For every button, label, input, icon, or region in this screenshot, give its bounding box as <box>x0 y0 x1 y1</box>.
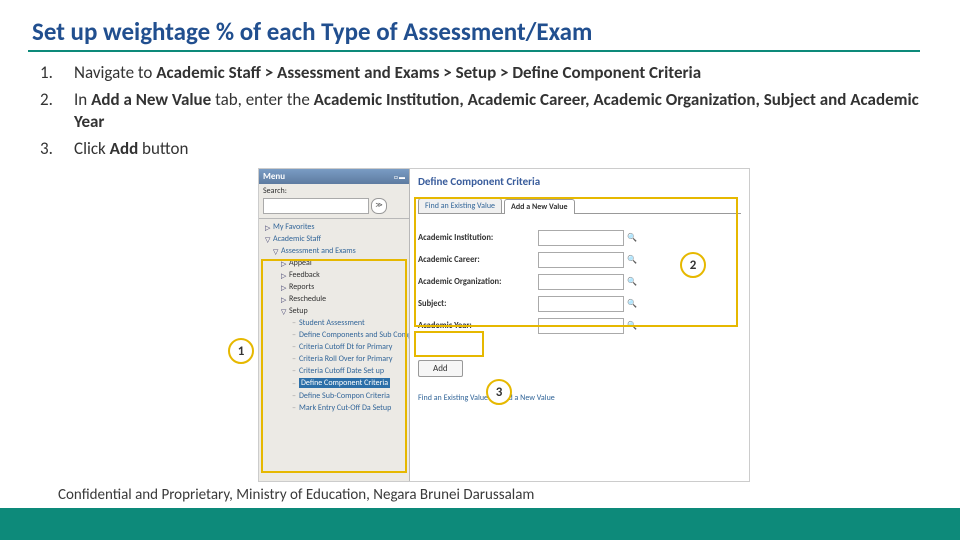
nav-criteria-rollover[interactable]: –Criteria Roll Over for Primary <box>263 353 409 365</box>
search-label: Search: <box>259 184 409 196</box>
title-bar: Set up weightage % of each Type of Asses… <box>28 12 920 52</box>
nav-define-components[interactable]: –Define Components and Sub Comp <box>263 329 409 341</box>
steps-list: 1. Navigate to Academic Staff > Assessme… <box>40 62 920 165</box>
nav-criteria-cutoff-dt[interactable]: –Criteria Cutoff Dt for Primary <box>263 341 409 353</box>
search-row: ≫ <box>259 196 409 219</box>
nav-setup[interactable]: ▽Setup <box>263 305 409 317</box>
menu-header-label: Menu <box>263 171 285 182</box>
lookup-icon[interactable]: 🔍 <box>627 321 637 331</box>
label-subject: Subject: <box>418 299 538 309</box>
page-heading: Define Component Criteria <box>418 175 741 188</box>
label-career: Academic Career: <box>418 255 538 265</box>
nav-academic-staff[interactable]: ▽Academic Staff <box>263 233 409 245</box>
field-academic-institution: Academic Institution: 🔍 <box>418 230 741 246</box>
add-button[interactable]: Add <box>418 360 463 377</box>
footer-text: Confidential and Proprietary, Ministry o… <box>58 486 534 504</box>
footer-bar <box>0 508 960 540</box>
callout-2: 2 <box>680 252 706 278</box>
tab-row: Find an Existing Value Add a New Value <box>418 198 741 214</box>
nav-reschedule[interactable]: ▷Reschedule <box>263 293 409 305</box>
step-body: Navigate to Academic Staff > Assessment … <box>74 62 920 84</box>
nav-define-component-criteria[interactable]: –Define Component Criteria <box>263 377 409 389</box>
field-subject: Subject: 🔍 <box>418 296 741 312</box>
link-find-existing[interactable]: Find an Existing Value <box>418 393 488 403</box>
input-institution[interactable] <box>538 230 624 246</box>
step-num: 1. <box>40 62 74 84</box>
step-body: Click Add button <box>74 138 920 160</box>
nav-my-favorites[interactable]: ▷My Favorites <box>263 221 409 233</box>
lookup-icon[interactable]: 🔍 <box>627 255 637 265</box>
input-career[interactable] <box>538 252 624 268</box>
step-num: 3. <box>40 138 74 160</box>
input-organization[interactable] <box>538 274 624 290</box>
menu-panel: Menu □ ▬ Search: ≫ ▷My Favorites ▽Academ… <box>259 169 410 481</box>
app-screenshot: Menu □ ▬ Search: ≫ ▷My Favorites ▽Academ… <box>258 168 750 482</box>
step-3: 3. Click Add button <box>40 138 920 160</box>
step-1: 1. Navigate to Academic Staff > Assessme… <box>40 62 920 84</box>
callout-3: 3 <box>486 379 512 405</box>
nav-appeal[interactable]: ▷Appeal <box>263 257 409 269</box>
nav-reports[interactable]: ▷Reports <box>263 281 409 293</box>
field-academic-year: Academic Year: 🔍 <box>418 318 741 334</box>
tab-find-existing[interactable]: Find an Existing Value <box>418 198 502 213</box>
search-go-icon[interactable]: ≫ <box>371 198 387 214</box>
label-organization: Academic Organization: <box>418 277 538 287</box>
tab-add-new[interactable]: Add a New Value <box>504 199 575 214</box>
label-institution: Academic Institution: <box>418 233 538 243</box>
lookup-icon[interactable]: 🔍 <box>627 233 637 243</box>
lookup-icon[interactable]: 🔍 <box>627 299 637 309</box>
menu-header: Menu □ ▬ <box>259 169 409 184</box>
input-subject[interactable] <box>538 296 624 312</box>
content-panel: Define Component Criteria Find an Existi… <box>410 169 749 481</box>
nav-feedback[interactable]: ▷Feedback <box>263 269 409 281</box>
nav-mark-entry-cutoff[interactable]: –Mark Entry Cut-Off Da Setup <box>263 402 409 414</box>
label-year: Academic Year: <box>418 321 538 331</box>
nav-define-subcompon[interactable]: –Define Sub-Compon Criteria <box>263 390 409 402</box>
search-input[interactable] <box>263 198 369 214</box>
step-2: 2. In Add a New Value tab, enter the Aca… <box>40 89 920 133</box>
step-body: In Add a New Value tab, enter the Academ… <box>74 89 920 133</box>
nav-assessment-exams[interactable]: ▽Assessment and Exams <box>263 245 409 257</box>
nav-student-assessment[interactable]: –Student Assessment <box>263 317 409 329</box>
input-year[interactable] <box>538 318 624 334</box>
nav-criteria-cutoff-date[interactable]: –Criteria Cutoff Date Set up <box>263 365 409 377</box>
slide-title: Set up weightage % of each Type of Asses… <box>28 16 592 47</box>
callout-1: 1 <box>228 338 254 364</box>
bottom-links: Find an Existing Value|Add a New Value <box>418 393 741 403</box>
lookup-icon[interactable]: 🔍 <box>627 277 637 287</box>
menu-tree: ▷My Favorites ▽Academic Staff ▽Assessmen… <box>259 219 409 416</box>
step-num: 2. <box>40 89 74 133</box>
menu-controls-icon[interactable]: □ ▬ <box>394 173 405 181</box>
